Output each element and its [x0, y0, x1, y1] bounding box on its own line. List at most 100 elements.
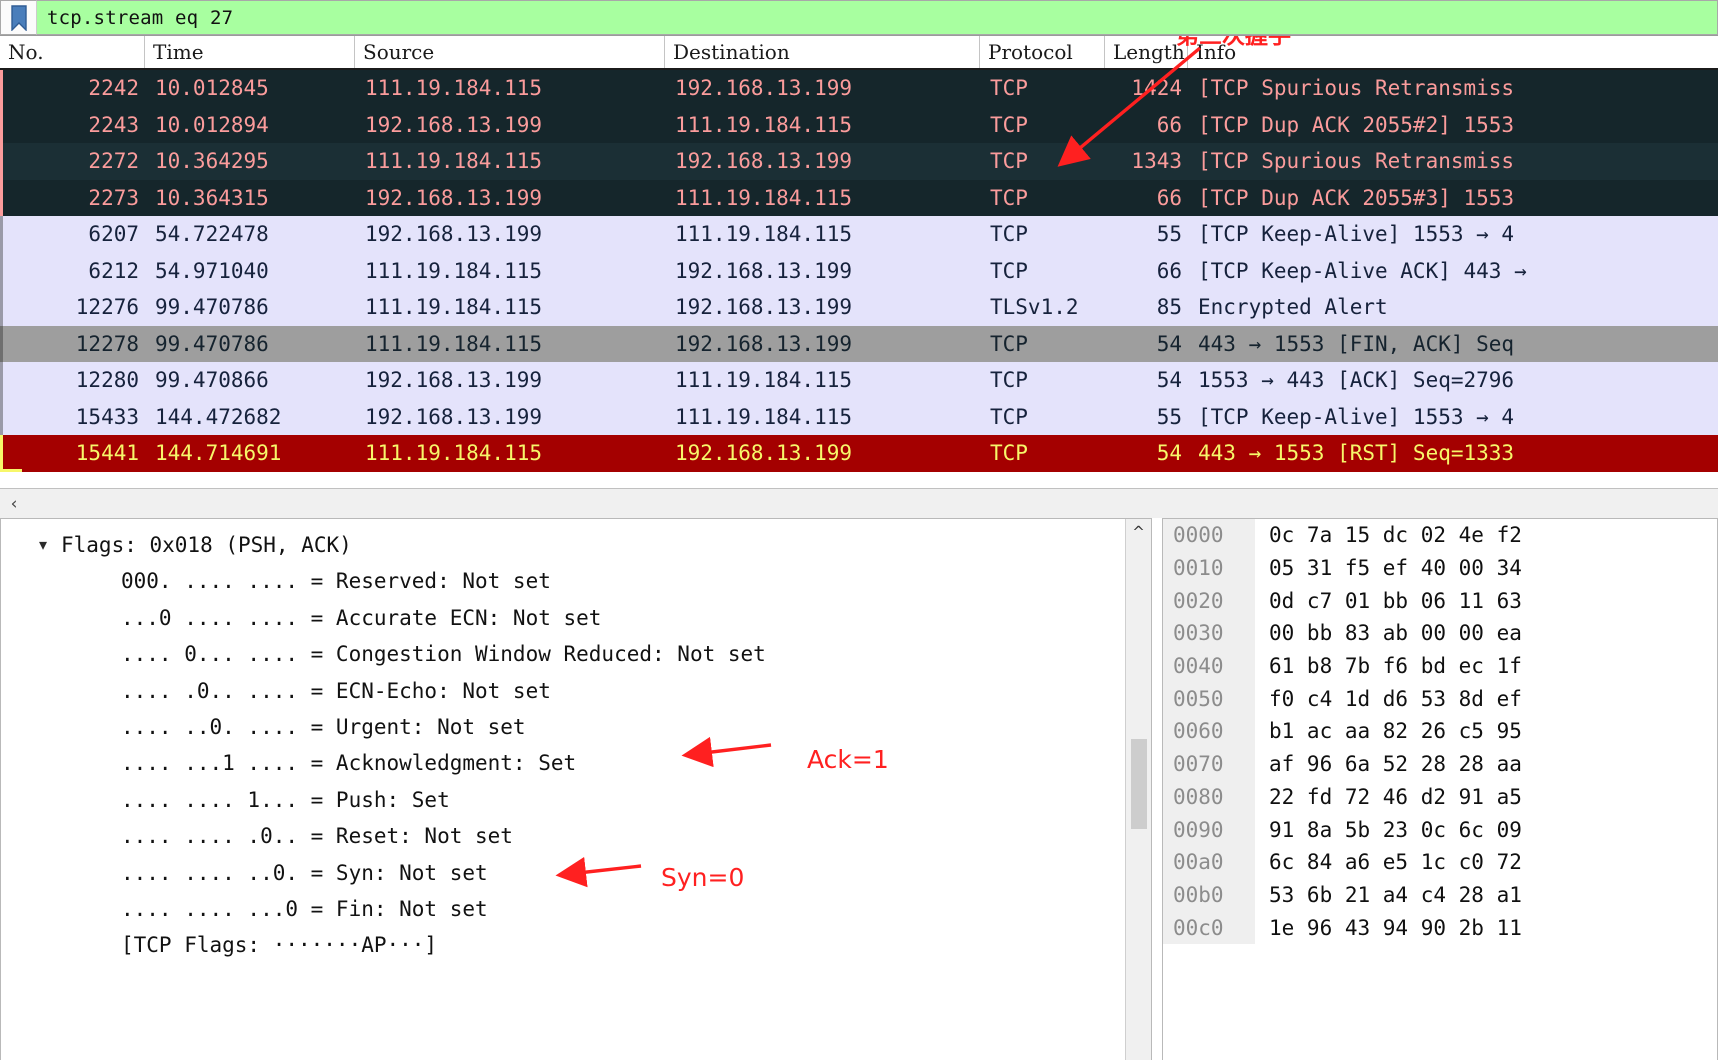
scroll-left-icon[interactable]: ‹ [0, 490, 28, 518]
cell-source: 192.168.13.199 [365, 222, 543, 247]
detail-tree-label: Flags: 0x018 (PSH, ACK) [61, 533, 352, 557]
hex-bytes: 53 6b 21 a4 c4 28 a1 [1269, 882, 1522, 907]
column-header-length[interactable]: Length [1105, 36, 1188, 68]
packet-details-tree[interactable]: ▾ Flags: 0x018 (PSH, ACK) 000. .... .... =… [1, 519, 1151, 964]
detail-tree-item[interactable]: .... .... ..0. = Syn: Not set [39, 855, 1151, 891]
column-header-destination[interactable]: Destination [665, 36, 980, 68]
detail-tree-item[interactable]: [TCP Flags: ·······AP···] [39, 927, 1151, 963]
cell-time: 99.470786 [155, 331, 269, 356]
row-gutter [0, 362, 22, 399]
cell-info: [TCP Keep-Alive] 1553 → 4 [1198, 404, 1515, 429]
hex-bytes: 61 b8 7b f6 bd ec 1f [1269, 654, 1522, 679]
column-header-no[interactable]: No. [0, 36, 145, 68]
table-row[interactable]: 12280 99.470866 192.168.13.199 111.19.184.1… [0, 362, 1718, 399]
display-filter-bar: tcp.stream eq 27 [0, 0, 1718, 36]
hex-offset: 0040 [1163, 649, 1255, 683]
detail-tree-label: 000. .... .... = Reserved: Not set [121, 569, 551, 594]
detail-tree-item[interactable]: .... .0.. .... = ECN-Echo: Not set [39, 673, 1151, 709]
cell-source: 111.19.184.115 [365, 331, 543, 356]
display-filter-input[interactable]: tcp.stream eq 27 [36, 0, 1718, 35]
cell-destination: 192.168.13.199 [675, 331, 853, 356]
cell-protocol: TCP [990, 331, 1028, 356]
chevron-down-icon[interactable]: ▾ [39, 527, 61, 563]
detail-tree-label: [TCP Flags: ·······AP···] [121, 933, 438, 958]
bookmark-button[interactable] [0, 0, 36, 35]
cell-source: 111.19.184.115 [365, 441, 543, 466]
cell-protocol: TLSv1.2 [990, 295, 1079, 320]
hex-row[interactable]: 0090 91 8a 5b 23 0c 6c 09 [1163, 813, 1717, 846]
hex-offset: 0020 [1163, 584, 1255, 618]
column-header-info[interactable]: Info [1188, 36, 1718, 68]
row-gutter [0, 216, 22, 253]
hex-row[interactable]: 0030 00 bb 83 ab 00 00 ea [1163, 617, 1717, 650]
detail-tree-item[interactable]: .... .... .0.. = Reset: Not set [39, 818, 1151, 854]
table-row[interactable]: 2272 10.364295 111.19.184.115 192.168.13.19… [0, 143, 1718, 180]
scroll-up-icon[interactable]: ^ [1126, 519, 1151, 545]
cell-destination: 192.168.13.199 [675, 258, 853, 283]
packet-details-pane[interactable]: ▾ Flags: 0x018 (PSH, ACK) 000. .... .... =… [0, 518, 1152, 1060]
packet-list-horizontal-scrollbar[interactable]: ‹ [0, 488, 1718, 518]
hex-bytes: b1 ac aa 82 26 c5 95 [1269, 719, 1522, 744]
details-vertical-scrollbar[interactable]: ^ [1125, 519, 1151, 1060]
hex-row[interactable]: 0060 b1 ac aa 82 26 c5 95 [1163, 715, 1717, 748]
table-row[interactable]: 12278 99.470786 111.19.184.115 192.168.13.1… [0, 325, 1718, 362]
hex-offset: 0030 [1163, 617, 1255, 650]
cell-source: 111.19.184.115 [365, 149, 543, 174]
cell-time: 10.012894 [155, 112, 269, 137]
hex-row[interactable]: 0080 22 fd 72 46 d2 91 a5 [1163, 780, 1717, 814]
table-row[interactable]: 12276 99.470786 111.19.184.115 192.168.13.1… [0, 289, 1718, 326]
detail-tree-item[interactable]: .... ..0. .... = Urgent: Not set [39, 709, 1151, 745]
hex-row[interactable]: 0010 05 31 f5 ef 40 00 34 [1163, 551, 1717, 585]
cell-protocol: TCP [990, 76, 1028, 101]
row-gutter [0, 325, 22, 362]
packet-bytes-pane[interactable]: 0000 0c 7a 15 dc 02 4e f2 0010 05 31 f5 ef … [1162, 518, 1718, 1060]
table-row[interactable]: 15433 144.472682 192.168.13.199 111.19.184.… [0, 398, 1718, 435]
detail-tree-item[interactable]: .... 0... .... = Congestion Window Reduc… [39, 636, 1151, 672]
table-row[interactable]: 15441 144.714691 111.19.184.115 192.168.13.… [0, 435, 1718, 472]
hex-row[interactable]: 0000 0c 7a 15 dc 02 4e f2 [1163, 519, 1717, 552]
cell-info: 443 → 1553 [RST] Seq=1333 [1198, 441, 1515, 466]
detail-tree-item[interactable]: .... .... ...0 = Fin: Not set [39, 891, 1151, 927]
hex-row[interactable]: 00a0 6c 84 a6 e5 1c c0 72 [1163, 845, 1717, 879]
hex-row[interactable]: 00c0 1e 96 43 94 90 2b 11 [1163, 911, 1717, 944]
detail-tree-item[interactable]: .... .... 1... = Push: Set [39, 782, 1151, 818]
packet-list-header: No. Time Source Destination Protocol Len… [0, 36, 1718, 70]
hex-offset: 0080 [1163, 780, 1255, 814]
cell-no: 2273 [88, 185, 139, 210]
cell-no: 12278 [75, 331, 139, 356]
detail-tree-item[interactable]: ▾ Flags: 0x018 (PSH, ACK) [39, 527, 1151, 563]
details-scrollbar-thumb[interactable] [1131, 739, 1147, 829]
table-row[interactable]: 6207 54.722478 192.168.13.199 111.19.184.11… [0, 216, 1718, 253]
cell-destination: 111.19.184.115 [675, 404, 853, 429]
hex-row[interactable]: 0040 61 b8 7b f6 bd ec 1f [1163, 649, 1717, 683]
detail-tree-item[interactable]: .... ...1 .... = Acknowledgment: Set [39, 745, 1151, 781]
hex-offset: 0050 [1163, 682, 1255, 716]
hex-row[interactable]: 0020 0d c7 01 bb 06 11 63 [1163, 584, 1717, 618]
table-row[interactable]: 2243 10.012894 192.168.13.199 111.19.184.11… [0, 106, 1718, 143]
column-header-source[interactable]: Source [355, 36, 665, 68]
packet-list-pane[interactable]: No. Time Source Destination Protocol Len… [0, 36, 1718, 488]
table-row[interactable]: 6212 54.971040 111.19.184.115 192.168.13.19… [0, 252, 1718, 289]
hex-row[interactable]: 0070 af 96 6a 52 28 28 aa [1163, 747, 1717, 781]
cell-length: 54 [1156, 441, 1182, 466]
hex-row[interactable]: 0050 f0 c4 1d d6 53 8d ef [1163, 682, 1717, 716]
row-gutter [0, 106, 22, 143]
cell-info: Encrypted Alert [1198, 295, 1388, 320]
cell-no: 12280 [75, 368, 139, 393]
row-gutter [0, 398, 22, 435]
column-header-time[interactable]: Time [145, 36, 355, 68]
cell-time: 99.470866 [155, 368, 269, 393]
table-row[interactable]: 2242 10.012845 111.19.184.115 192.168.13.19… [0, 70, 1718, 107]
hex-row[interactable]: 00b0 53 6b 21 a4 c4 28 a1 [1163, 878, 1717, 912]
cell-destination: 111.19.184.115 [675, 368, 853, 393]
detail-tree-label: .... 0... .... = Congestion Window Reduc… [121, 642, 766, 667]
table-row[interactable]: 2273 10.364315 192.168.13.199 111.19.184.11… [0, 179, 1718, 216]
cell-source: 111.19.184.115 [365, 295, 543, 320]
detail-tree-item[interactable]: ...0 .... .... = Accurate ECN: Not set [39, 600, 1151, 636]
cell-protocol: TCP [990, 222, 1028, 247]
cell-no: 2242 [88, 76, 139, 101]
cell-protocol: TCP [990, 112, 1028, 137]
row-gutter [0, 435, 22, 472]
detail-tree-item[interactable]: 000. .... .... = Reserved: Not set [39, 563, 1151, 599]
column-header-protocol[interactable]: Protocol [980, 36, 1105, 68]
